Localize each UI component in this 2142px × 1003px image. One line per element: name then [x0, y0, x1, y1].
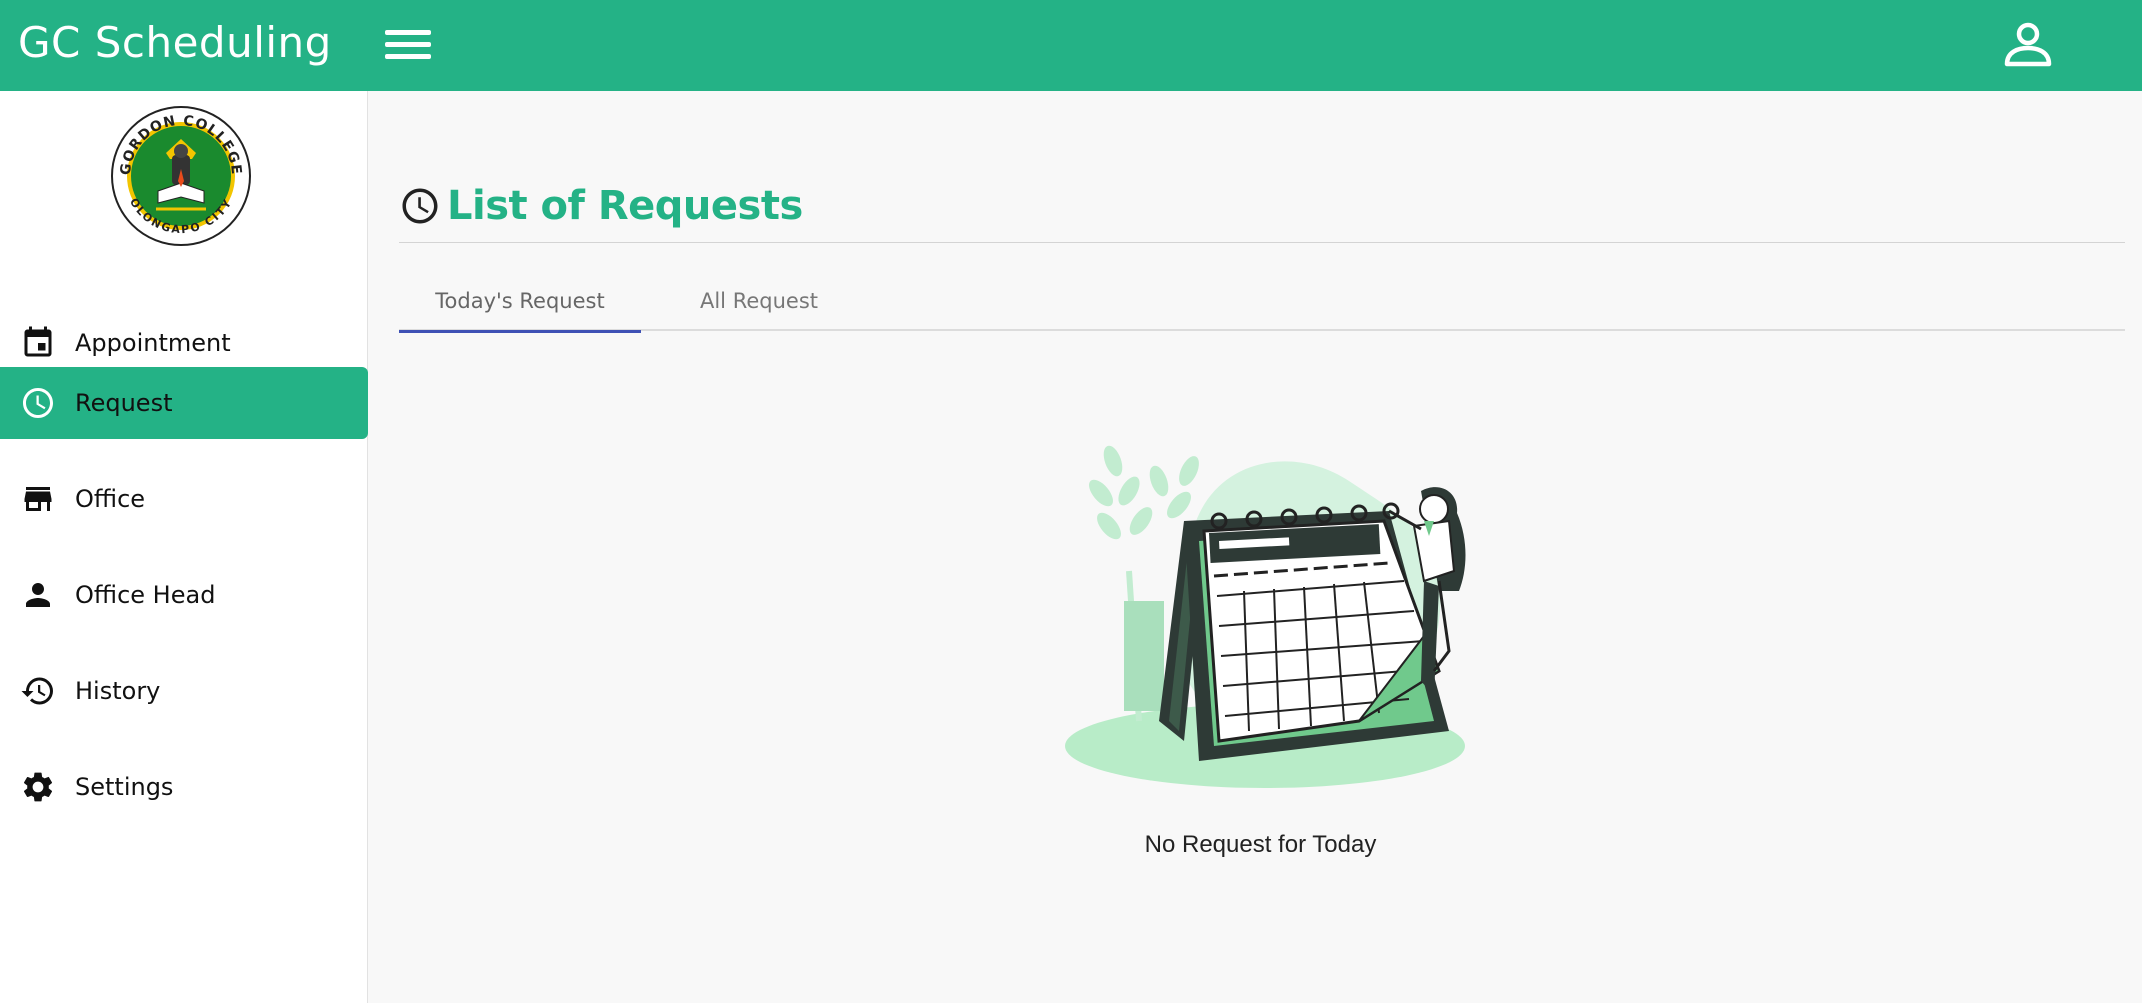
sidebar: GORDON COLLEGE OLONGAPO CITY Appointment…: [0, 91, 368, 1003]
sidebar-item-label: Request: [75, 389, 173, 417]
sidebar-item-label: Appointment: [75, 329, 231, 357]
tab-todays-request[interactable]: Today's Request: [399, 271, 641, 333]
hamburger-icon: [385, 30, 431, 35]
sidebar-item-office[interactable]: Office: [0, 463, 368, 535]
tab-label: All Request: [699, 289, 818, 313]
account-button[interactable]: [2000, 20, 2056, 70]
sidebar-item-settings[interactable]: Settings: [0, 751, 368, 823]
top-app-bar: GC Scheduling: [0, 0, 2142, 91]
empty-state-message: No Request for Today: [1144, 831, 1377, 858]
hamburger-icon-bar: [385, 42, 431, 47]
history-icon: [21, 677, 53, 705]
sidebar-item-label: History: [75, 677, 161, 705]
calendar-icon: [24, 326, 52, 357]
calendar-illustration: [1065, 445, 1466, 788]
page-header: List of Requests: [399, 176, 803, 236]
gordon-college-logo: GORDON COLLEGE OLONGAPO CITY: [111, 106, 251, 246]
main-content: List of Requests Today's Request All Req…: [369, 91, 2142, 1003]
sidebar-item-label: Office Head: [75, 581, 216, 609]
active-tab-indicator: [399, 330, 641, 333]
person-outline-icon: [2004, 22, 2052, 67]
sidebar-item-request[interactable]: Request: [0, 367, 368, 439]
clock-icon: [402, 188, 438, 224]
store-icon: [24, 487, 52, 511]
sidebar-item-label: Settings: [75, 773, 174, 801]
sidebar-item-history[interactable]: History: [0, 655, 368, 727]
app-title: GC Scheduling: [18, 18, 332, 67]
hamburger-icon-bar: [385, 54, 431, 59]
tab-label: Today's Request: [435, 289, 605, 313]
sidebar-item-office-head[interactable]: Office Head: [0, 559, 368, 631]
page-title: List of Requests: [447, 183, 803, 229]
tab-all-request[interactable]: All Request: [649, 271, 869, 331]
sidebar-item-label: Office: [75, 485, 146, 513]
divider: [399, 242, 2125, 243]
clock-icon: [23, 388, 53, 418]
request-tabs: Today's Request All Request: [399, 271, 2125, 333]
person-icon: [26, 583, 50, 607]
hamburger-menu-button[interactable]: [383, 26, 433, 64]
gear-icon: [23, 772, 53, 802]
